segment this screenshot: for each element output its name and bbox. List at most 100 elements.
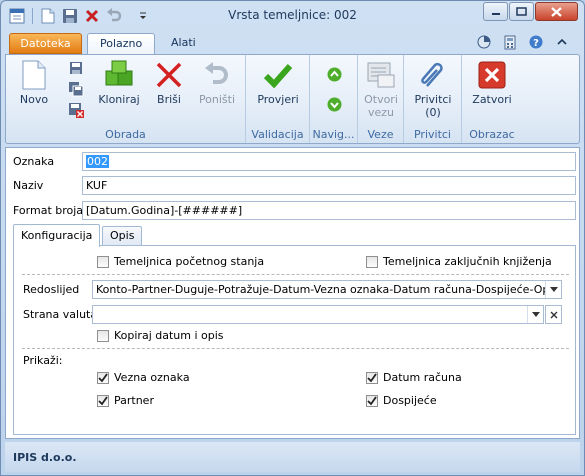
- save-icon[interactable]: [67, 59, 85, 77]
- navigate-up-icon[interactable]: [325, 65, 343, 83]
- dospijece-label: Dospijeće: [383, 394, 437, 407]
- obrazac-group-label: Obrazac: [469, 128, 515, 141]
- checkmark-icon: [98, 372, 108, 382]
- minimize-button[interactable]: [483, 2, 508, 21]
- provjeri-button[interactable]: Provjeri: [256, 59, 300, 106]
- zakljucni-box: [366, 255, 378, 268]
- strana-valuta-label: Strana valuta: [23, 308, 98, 321]
- redoslijed-label: Redoslijed: [23, 283, 80, 296]
- privitci-count: (0): [425, 106, 441, 119]
- tab-polazno[interactable]: Polazno: [87, 33, 156, 55]
- save-all-icon[interactable]: [67, 80, 85, 98]
- veze-group-label: Veze: [367, 128, 394, 141]
- close-form-icon: [476, 59, 508, 91]
- clear-icon: [550, 311, 557, 318]
- group-veze: Otvori vezu Veze: [358, 55, 404, 143]
- kopiraj-label: Kopiraj datum i opis: [114, 329, 224, 342]
- naziv-field[interactable]: KUF: [82, 176, 576, 195]
- vezna-oznaka-box: [97, 371, 109, 384]
- dropdown-arrow-icon[interactable]: [527, 306, 543, 323]
- pie-chart-icon[interactable]: [476, 34, 492, 50]
- provjeri-label: Provjeri: [257, 93, 299, 106]
- validacija-group-label: Validacija: [251, 128, 304, 141]
- format-broja-label: Format broja: [13, 204, 84, 217]
- zatvori-button[interactable]: Zatvori: [470, 59, 514, 106]
- vezna-oznaka-label: Vezna oznaka: [114, 371, 190, 384]
- dospijece-box: [366, 394, 378, 407]
- window-controls: [483, 2, 578, 21]
- zakljucni-checkbox[interactable]: Temeljnica zaključnih knjiženja: [366, 255, 552, 268]
- otvori-vezu-label-2: vezu: [367, 106, 395, 119]
- tab-datoteka[interactable]: Datoteka: [9, 33, 82, 54]
- new-document-icon: [18, 59, 50, 91]
- undo-icon: [201, 59, 233, 91]
- group-obrazac: Zatvori Obrazac: [462, 55, 522, 143]
- form-area: Oznaka 002 Naziv KUF Format broja [Datum…: [5, 147, 580, 439]
- checkmark-icon: [262, 59, 294, 91]
- format-broja-field[interactable]: [Datum.Godina]-[######]: [82, 201, 576, 220]
- ponisti-label: Poništi: [198, 93, 236, 106]
- oznaka-label: Oznaka: [13, 155, 55, 168]
- application-window: Vrsta temeljnice: 002 Datoteka Polazno A…: [0, 0, 585, 476]
- tab-konfiguracija[interactable]: Konfiguracija: [13, 224, 101, 247]
- kloniraj-button[interactable]: Kloniraj: [94, 59, 144, 106]
- separator: [22, 348, 569, 349]
- svg-text:?: ?: [533, 38, 539, 49]
- privitci-button[interactable]: Privitci (0): [412, 59, 454, 119]
- kopiraj-box: [97, 329, 109, 342]
- privitci-group-label: Privitci: [413, 128, 451, 141]
- kloniraj-label: Kloniraj: [98, 93, 140, 106]
- dospijece-checkbox[interactable]: Dospijeće: [366, 394, 437, 407]
- close-window-button[interactable]: [535, 2, 578, 21]
- novo-button[interactable]: Novo: [14, 59, 54, 106]
- otvori-vezu-label-1: Otvori: [364, 93, 398, 106]
- pocetno-stanje-label: Temeljnica početnog stanja: [114, 255, 265, 268]
- checkmark-icon: [367, 395, 377, 405]
- zatvori-label: Zatvori: [472, 93, 512, 106]
- obrada-group-label: Obrada: [105, 128, 146, 141]
- ribbon-right-tools: ?: [476, 34, 570, 50]
- help-icon[interactable]: ?: [528, 34, 544, 50]
- clear-valuta-button[interactable]: [545, 305, 562, 324]
- kopiraj-checkbox[interactable]: Kopiraj datum i opis: [97, 329, 224, 342]
- novo-label: Novo: [19, 93, 49, 106]
- partner-checkbox[interactable]: Partner: [97, 394, 154, 407]
- save-and-close-icon[interactable]: [67, 101, 85, 119]
- strana-valuta-combo[interactable]: [92, 305, 544, 324]
- datum-racuna-label: Datum računa: [383, 371, 462, 384]
- navigate-down-icon[interactable]: [325, 95, 343, 113]
- redoslijed-value: Konto-Partner-Duguje-Potražuje-Datum-Vez…: [96, 283, 559, 296]
- company-name: IPIS d.o.o.: [13, 451, 77, 464]
- dropdown-arrow-icon[interactable]: [545, 281, 561, 298]
- detail-tabs: Konfiguracija Opis: [13, 224, 576, 247]
- datum-racuna-checkbox[interactable]: Datum računa: [366, 371, 462, 384]
- ribbon: Novo Kloniraj Briši Poništi Obrada Provj…: [5, 54, 580, 144]
- otvori-vezu-button[interactable]: Otvori vezu: [362, 59, 400, 119]
- prikazi-label: Prikaži:: [23, 354, 63, 367]
- redoslijed-combo[interactable]: Konto-Partner-Duguje-Potražuje-Datum-Vez…: [92, 280, 562, 299]
- delete-x-icon: [153, 59, 185, 91]
- group-navigacija: Navig...: [310, 55, 358, 143]
- partner-label: Partner: [114, 394, 154, 407]
- zakljucni-label: Temeljnica zaključnih knjiženja: [383, 255, 552, 268]
- oznaka-value: 002: [86, 155, 109, 168]
- separator: [22, 274, 569, 275]
- konfiguracija-panel: Temeljnica početnog stanja Temeljnica za…: [13, 245, 576, 435]
- datum-racuna-box: [366, 371, 378, 384]
- privitci-label-1: Privitci: [414, 93, 452, 106]
- maximize-button[interactable]: [509, 2, 534, 21]
- tab-alati[interactable]: Alati: [159, 33, 208, 55]
- calculator-icon[interactable]: [502, 34, 518, 50]
- open-link-icon: [365, 59, 397, 91]
- oznaka-field[interactable]: 002: [82, 152, 576, 171]
- naziv-label: Naziv: [13, 179, 44, 192]
- brisi-label: Briši: [157, 93, 181, 106]
- clone-cubes-icon: [103, 59, 135, 91]
- pocetno-stanje-box: [97, 255, 109, 268]
- collapse-ribbon-icon[interactable]: [554, 34, 570, 50]
- tab-opis[interactable]: Opis: [102, 226, 143, 246]
- pocetno-stanje-checkbox[interactable]: Temeljnica početnog stanja: [97, 255, 264, 268]
- vezna-oznaka-checkbox[interactable]: Vezna oznaka: [97, 371, 190, 384]
- ponisti-button[interactable]: Poništi: [196, 59, 238, 106]
- brisi-button[interactable]: Briši: [152, 59, 186, 106]
